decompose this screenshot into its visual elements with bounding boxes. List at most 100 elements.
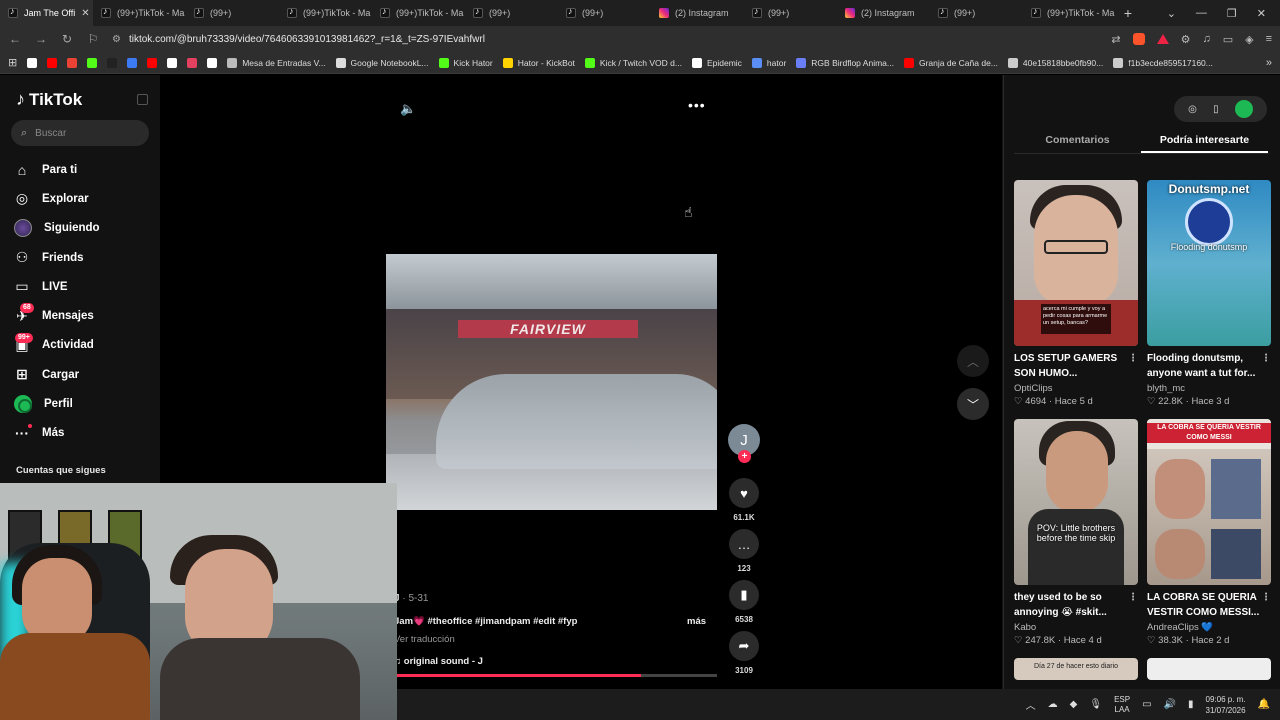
card-menu-icon[interactable]: ⋮ <box>1261 591 1271 606</box>
next-video-icon[interactable]: ﹀ <box>957 388 989 420</box>
recommended-card[interactable]: LA COBRA SE QUERIA VESTIR COMO MESSI LA … <box>1147 419 1271 646</box>
card-menu-icon[interactable]: ⋮ <box>1261 352 1271 367</box>
video-thumbnail[interactable]: LA COBRA SE QUERIA VESTIR COMO MESSI <box>1147 419 1271 585</box>
follow-plus-icon[interactable]: + <box>738 450 751 463</box>
battery-icon[interactable]: ▮ <box>1188 699 1194 710</box>
url-field[interactable]: ⚙ tiktok.com/@bruh73339/video/7646063391… <box>112 28 1100 50</box>
browser-tab[interactable]: Jam The Offi ✕ <box>0 0 93 26</box>
bookmark-item[interactable] <box>67 57 78 68</box>
bookmark-item[interactable]: Mesa de Entradas V... <box>227 57 326 68</box>
bookmark-item[interactable]: Epidemic <box>691 57 742 68</box>
video-thumbnail[interactable]: POV: Little brothers before the time ski… <box>1014 419 1138 585</box>
bookmark-item[interactable]: Kick Hator <box>438 57 493 68</box>
close-tab-icon[interactable]: ✕ <box>81 8 89 19</box>
search-box[interactable]: ⌕ <box>11 120 149 146</box>
bookmark-item[interactable]: Google NotebookL... <box>335 57 429 68</box>
bookmark-item[interactable]: Granja de Caña de... <box>903 57 998 68</box>
browser-tab[interactable]: (99+)TikTok - Ma <box>1023 0 1116 26</box>
card-title[interactable]: Flooding donutsmp, anyone want a tut for… <box>1147 352 1271 381</box>
app-tray-icon[interactable]: ◆ <box>1070 699 1078 710</box>
maximize-icon[interactable]: ❐ <box>1227 7 1237 20</box>
card-title[interactable]: LOS SETUP GAMERS SON HUMO... ⋮ <box>1014 352 1138 381</box>
profile-avatar[interactable] <box>1234 100 1253 118</box>
card-menu-icon[interactable]: ⋮ <box>1128 591 1138 606</box>
browser-tab[interactable]: (99+)TikTok - Ma <box>93 0 186 26</box>
card-menu-icon[interactable]: ⋮ <box>1128 352 1138 367</box>
brave-rewards-icon[interactable] <box>1156 34 1169 44</box>
new-tab-icon[interactable]: + <box>1116 5 1140 21</box>
more-description-button[interactable]: más <box>687 616 706 627</box>
like-action[interactable]: ♥ 61.1K <box>726 478 762 522</box>
comment-icon[interactable]: … <box>729 529 759 559</box>
bookmark-item[interactable]: RGB Birdflop Anima... <box>796 57 894 68</box>
back-icon[interactable]: ← <box>8 32 22 46</box>
browser-tab[interactable]: (99+) <box>930 0 1023 26</box>
sound-label[interactable]: original sound - J <box>404 656 483 667</box>
more-options-icon[interactable]: ••• <box>688 97 706 113</box>
brave-shield-icon[interactable] <box>1132 33 1145 45</box>
onedrive-icon[interactable]: ☁ <box>1048 699 1058 710</box>
bookmark-item[interactable]: f1b3ecde859517160... <box>1113 57 1213 68</box>
clock[interactable]: 09:06 p. m. 31/07/2026 <box>1206 694 1246 716</box>
bookmark-item[interactable]: 40e15818bbe0fb90... <box>1007 57 1103 68</box>
card-author[interactable]: Kabo <box>1014 622 1138 633</box>
previous-video-icon[interactable]: ︿ <box>957 345 989 377</box>
share-action[interactable]: ➦ 3109 <box>726 631 762 675</box>
recommended-card[interactable]: POV: Little brothers before the time ski… <box>1014 419 1138 646</box>
tab-comentarios[interactable]: Comentarios <box>1014 128 1141 153</box>
sidebar-item[interactable]: ⚇ Friends <box>14 243 154 272</box>
bookmark-item[interactable] <box>107 57 118 68</box>
input-language[interactable]: ESP LAA <box>1114 695 1130 715</box>
card-title-text[interactable]: they used to be so annoying 😭 #skit... <box>1014 592 1107 618</box>
bookmark-item[interactable] <box>187 57 198 68</box>
tab-podria-interesarte[interactable]: Podría interesarte <box>1141 128 1268 153</box>
microphone-icon[interactable]: 🎙 <box>1089 699 1102 710</box>
bookmark-save-icon[interactable]: ▮ <box>729 580 759 610</box>
bookmark-item[interactable] <box>47 57 58 68</box>
minimize-icon[interactable]: — <box>1196 7 1207 20</box>
sidebar-item[interactable]: Siguiendo <box>14 214 154 243</box>
bookmark-item[interactable]: Hator - KickBot <box>502 57 575 68</box>
sidebar-item[interactable]: ▭ LIVE <box>14 272 154 301</box>
bookmark-item[interactable] <box>127 57 138 68</box>
media-icon[interactable]: ♫ <box>1202 33 1210 45</box>
card-author[interactable]: OptiClips <box>1014 383 1138 394</box>
more-bookmarks-icon[interactable]: » <box>1266 57 1272 69</box>
save-action[interactable]: ▮ 6538 <box>726 580 762 624</box>
card-title-text[interactable]: Flooding donutsmp, anyone want a tut for… <box>1147 353 1255 379</box>
show-hidden-icons-icon[interactable]: ︿ <box>1026 697 1036 712</box>
extensions-icon[interactable]: ⚙ <box>1181 33 1191 46</box>
bookmark-icon[interactable]: ⚐ <box>86 32 100 46</box>
card-title[interactable]: LA COBRA SE QUERIA VESTIR COMO MESSI... ⋮ <box>1147 591 1271 620</box>
card-title-text[interactable]: LOS SETUP GAMERS SON HUMO... <box>1014 353 1117 379</box>
video-progress-bar[interactable] <box>386 674 717 677</box>
sidebar-item[interactable]: ⌂ Para ti <box>14 155 154 184</box>
search-input[interactable] <box>35 127 136 139</box>
sidebar-item[interactable]: ▣ Actividad 99+ <box>14 331 154 360</box>
volume-icon[interactable]: 🔈 <box>400 101 416 117</box>
translate-link[interactable]: Ver traducción <box>394 634 455 645</box>
close-window-icon[interactable]: ✕ <box>1257 7 1266 20</box>
card-author[interactable]: blyth_mc <box>1147 383 1271 394</box>
bookmark-item[interactable] <box>27 57 38 68</box>
browser-tab[interactable]: (2) Instagram <box>651 0 744 26</box>
recommended-card[interactable] <box>1147 658 1271 680</box>
translate-icon[interactable]: ⇄ <box>1111 33 1120 46</box>
menu-icon[interactable]: ≡ <box>1266 33 1272 45</box>
card-author[interactable]: AndreaClips 💙 <box>1147 622 1271 633</box>
heart-icon[interactable]: ♥ <box>729 478 759 508</box>
tab-search-icon[interactable]: ⌄ <box>1167 7 1176 20</box>
share-icon[interactable]: ➦ <box>729 631 759 661</box>
video-thumbnail[interactable]: acerca mi cumple y voy a pedir cosas par… <box>1014 180 1138 346</box>
network-icon[interactable]: ▭ <box>1142 699 1151 710</box>
bookmark-item[interactable] <box>147 57 158 68</box>
browser-tab[interactable]: (99+) <box>465 0 558 26</box>
bookmark-item[interactable]: hator <box>751 57 786 68</box>
card-title-text[interactable]: LA COBRA SE QUERIA VESTIR COMO MESSI... <box>1147 592 1259 618</box>
phone-icon[interactable]: ▯ <box>1213 104 1219 115</box>
video-thumbnail[interactable]: Día 27 de hacer esto diario <box>1014 658 1138 680</box>
sidebar-item[interactable]: ◎ Explorar <box>14 184 154 213</box>
notifications-icon[interactable]: 🔔 <box>1258 699 1270 710</box>
creator-avatar[interactable]: J + <box>728 424 760 463</box>
recommended-card[interactable]: Donutsmp.net Flooding donutsmp Flooding … <box>1147 180 1271 407</box>
